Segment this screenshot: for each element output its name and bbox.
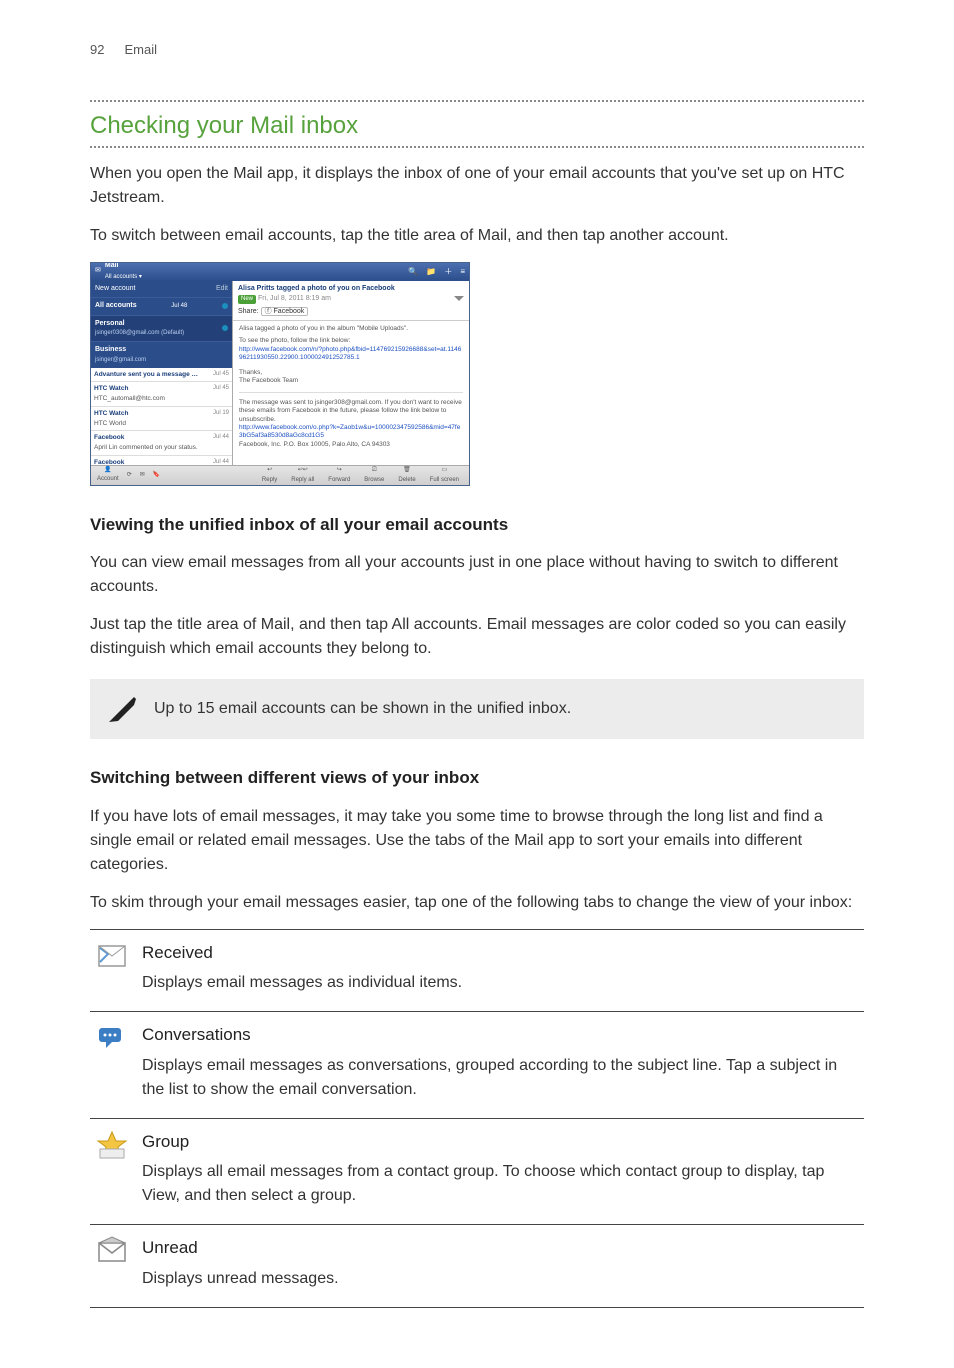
mail-line: To see the photo, follow the link below:: [239, 337, 463, 345]
sub1-heading: Viewing the unified inbox of all your em…: [90, 512, 864, 538]
ss-all-accounts-label: All accounts: [95, 301, 137, 312]
list-item[interactable]: FacebookCharles Collins commented on you…: [91, 456, 232, 465]
mail-icon: ✉: [95, 266, 101, 277]
table-row: Received Displays email messages as indi…: [90, 929, 864, 1012]
divider-top: [90, 100, 864, 102]
new-badge: New: [238, 295, 256, 304]
sub2-p1: If you have lots of email messages, it m…: [90, 805, 864, 877]
ss-mail-subject: Alisa Pritts tagged a photo of you on Fa…: [238, 284, 464, 295]
tab-desc-received: Displays email messages as individual it…: [142, 971, 860, 995]
ss-subtitle: All accounts ▾: [105, 274, 142, 280]
tab-title-unread: Unread: [142, 1235, 860, 1261]
forward-button[interactable]: ↪Forward: [328, 466, 350, 485]
ss-business-label: Business: [95, 345, 146, 356]
conversations-icon: [96, 1022, 128, 1054]
mail-line: Thanks,: [239, 369, 463, 377]
ss-mail-date: Fri, Jul 8, 2011 8:19 am: [258, 295, 331, 302]
all-accounts-label: All accounts: [392, 616, 478, 633]
ss-new-account-label: New account: [95, 284, 135, 295]
delete-button[interactable]: 🗑Delete: [398, 466, 415, 485]
tab-title-conversations: Conversations: [142, 1022, 860, 1048]
reply-all-button[interactable]: ↩↩Reply all: [291, 466, 314, 485]
ss-mail-body: Alisa tagged a photo of you in the album…: [233, 321, 469, 465]
intro-paragraph-1: When you open the Mail app, it displays …: [90, 162, 864, 210]
ss-personal-addr: jsinger0308@gmail.com (Default): [95, 329, 184, 338]
ss-reading-pane: Alisa Pritts tagged a photo of you on Fa…: [233, 281, 469, 465]
list-item[interactable]: HTC WatchHTC_automall@htc.comJul 45: [91, 382, 232, 407]
ss-bottom-toolbar: 👤Account ⟳ ✉ 🔖 ↩Reply ↩↩Reply all ↪Forwa…: [91, 465, 469, 485]
ss-edit-label: Edit: [216, 284, 228, 295]
mail-icon[interactable]: ✉: [140, 471, 145, 480]
ss-topbar: ✉ Mail All accounts ▾ 🔍 📁 ＋ ≡: [91, 263, 469, 281]
sub2-heading: Switching between different views of you…: [90, 765, 864, 791]
share-label: Share:: [238, 308, 259, 315]
ss-left-panel: New account Edit All accounts Jul 48 Per…: [91, 281, 233, 465]
list-item[interactable]: HTC WatchHTC WorldJul 19: [91, 407, 232, 432]
mail-line: The message was sent to jsinger308@gmail…: [239, 399, 463, 424]
browse-button[interactable]: ⎚Browse: [364, 466, 384, 485]
note-callout: Up to 15 email accounts can be shown in …: [90, 679, 864, 739]
page-header: 92 Email: [90, 40, 864, 60]
color-dot-icon: [222, 325, 228, 331]
list-item[interactable]: FacebookApril Lin commented on your stat…: [91, 431, 232, 456]
menu-icon[interactable]: ≡: [460, 266, 465, 278]
ss-mail-header: Alisa Pritts tagged a photo of you on Fa…: [233, 281, 469, 322]
section-name: Email: [124, 40, 157, 60]
page-number: 92: [90, 40, 104, 60]
sub2-p2: To skim through your email messages easi…: [90, 891, 864, 915]
share-facebook-button[interactable]: ⓕ Facebook: [261, 307, 309, 316]
tab-title-group: Group: [142, 1129, 860, 1155]
tab-title-received: Received: [142, 940, 860, 966]
ss-count: Jul 48: [171, 302, 187, 311]
view-label: View: [142, 1187, 176, 1204]
account-icon[interactable]: 👤: [104, 466, 111, 475]
mail-line: The Facebook Team: [239, 377, 463, 385]
tab-desc-conversations: Displays email messages as conversations…: [142, 1054, 860, 1102]
ss-message-list: Advanture sent you a message …Jul 45 HTC…: [91, 368, 232, 465]
tag-icon[interactable]: 🔖: [153, 471, 160, 480]
tab-desc-unread: Displays unread messages.: [142, 1267, 860, 1291]
reply-button[interactable]: ↩Reply: [262, 466, 277, 485]
compose-icon[interactable]: ＋: [444, 266, 452, 278]
ss-business-addr: jsinger@gmail.com: [95, 356, 146, 365]
color-dot-icon: [222, 303, 228, 309]
refresh-icon[interactable]: ⟳: [127, 471, 132, 480]
note-text: Up to 15 email accounts can be shown in …: [154, 697, 571, 721]
list-item[interactable]: Advanture sent you a message …Jul 45: [91, 368, 232, 383]
received-icon: [96, 940, 128, 972]
chevron-down-icon[interactable]: [454, 296, 464, 301]
mail-link[interactable]: http://www.facebook.com/o.php?k=Zaob1w&u…: [239, 424, 460, 439]
pencil-icon: [106, 693, 138, 725]
fullscreen-button[interactable]: ▭Full screen: [430, 466, 459, 485]
divider-under-title: [90, 146, 864, 148]
ss-new-account-row[interactable]: New account Edit: [91, 281, 232, 298]
mail-line: Facebook, Inc. P.O. Box 10005, Palo Alto…: [239, 441, 463, 449]
sub1-p2: Just tap the title area of Mail, and the…: [90, 613, 864, 661]
mail-line: Alisa tagged a photo of you in the album…: [239, 325, 463, 333]
ss-business-account-row[interactable]: Business jsinger@gmail.com: [91, 341, 232, 368]
mail-link[interactable]: http://www.facebook.com/n/?photo.php&fbi…: [239, 346, 461, 361]
mail-app-screenshot: ✉ Mail All accounts ▾ 🔍 📁 ＋ ≡ New accoun…: [90, 262, 470, 486]
search-icon[interactable]: 🔍: [408, 266, 418, 278]
inbox-views-table: Received Displays email messages as indi…: [90, 929, 864, 1308]
ss-all-accounts-row[interactable]: All accounts Jul 48: [91, 297, 232, 315]
intro-paragraph-2: To switch between email accounts, tap th…: [90, 224, 864, 248]
ss-personal-label: Personal: [95, 319, 184, 330]
table-row: Unread Displays unread messages.: [90, 1224, 864, 1308]
page-title: Checking your Mail inbox: [90, 108, 864, 144]
unread-icon: [96, 1235, 128, 1267]
folders-icon[interactable]: 📁: [426, 266, 436, 278]
table-row: Group Displays all email messages from a…: [90, 1118, 864, 1225]
ss-personal-account-row[interactable]: Personal jsinger0308@gmail.com (Default): [91, 315, 232, 342]
table-row: Conversations Displays email messages as…: [90, 1011, 864, 1118]
sub1-p1: You can view email messages from all you…: [90, 551, 864, 599]
group-icon: [96, 1129, 128, 1161]
tab-desc-group: Displays all email messages from a conta…: [142, 1160, 860, 1208]
ss-title: Mail: [105, 262, 119, 269]
